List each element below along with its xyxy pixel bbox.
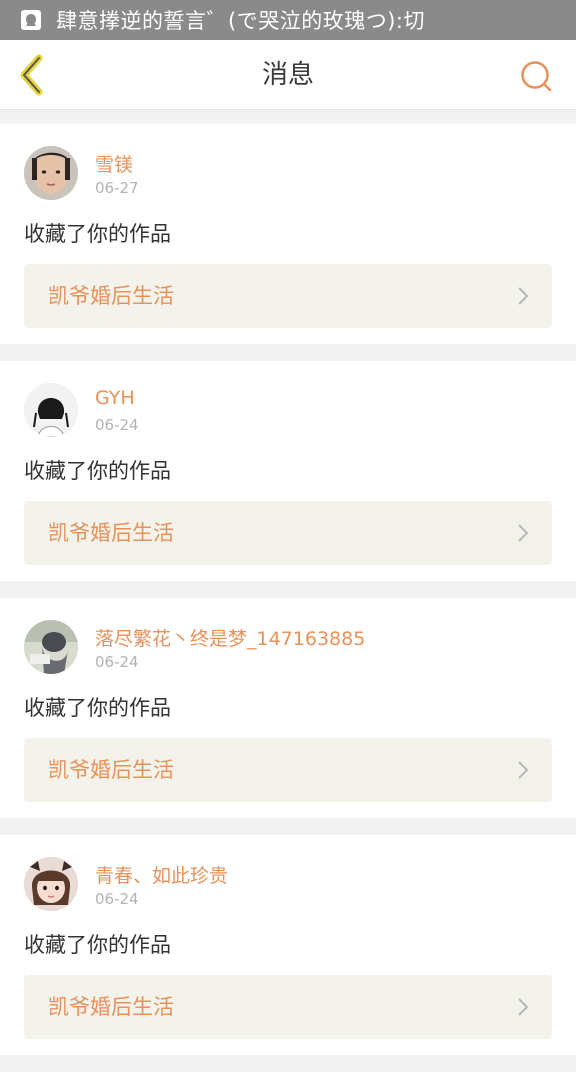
notification-icon (20, 9, 42, 31)
avatar[interactable] (24, 383, 78, 437)
username[interactable]: GYH (95, 387, 135, 409)
chevron-right-icon (518, 524, 529, 542)
work-link[interactable]: 凯爷婚后生活 (24, 264, 552, 328)
status-bar: 肆意搼逆的誓言゛(で哭泣的玫瑰つ):切 (0, 0, 576, 40)
search-button[interactable] (518, 58, 554, 94)
action-text: 收藏了你的作品 (24, 459, 171, 483)
work-title: 凯爷婚后生活 (48, 521, 174, 545)
action-text: 收藏了你的作品 (24, 933, 171, 957)
action-text: 收藏了你的作品 (24, 696, 171, 720)
work-link[interactable]: 凯爷婚后生活 (24, 738, 552, 802)
message-card: 落尽繁花丶终是梦_147163885 06-24 收藏了你的作品 凯爷婚后生活 (0, 598, 576, 818)
chevron-right-icon (518, 287, 529, 305)
page-title: 消息 (261, 60, 314, 90)
message-date: 06-27 (95, 179, 139, 197)
avatar[interactable] (24, 857, 78, 911)
message-card: 青春、如此珍贵 06-24 收藏了你的作品 凯爷婚后生活 (0, 835, 576, 1055)
username[interactable]: 雪镁 (95, 150, 133, 177)
work-title: 凯爷婚后生活 (48, 995, 174, 1019)
username[interactable]: 青春、如此珍贵 (95, 861, 228, 888)
avatar[interactable] (24, 146, 78, 200)
status-notification-text: 肆意搼逆的誓言゛(で哭泣的玫瑰つ):切 (56, 9, 425, 33)
work-link[interactable]: 凯爷婚后生活 (24, 501, 552, 565)
avatar[interactable] (24, 620, 78, 674)
message-date: 06-24 (95, 653, 139, 671)
work-title: 凯爷婚后生活 (48, 758, 174, 782)
work-title: 凯爷婚后生活 (48, 284, 174, 308)
message-list: 雪镁 06-27 收藏了你的作品 凯爷婚后生活 GYH 06-24 收藏了你的作… (0, 124, 576, 1072)
username[interactable]: 落尽繁花丶终是梦_147163885 (95, 624, 365, 651)
action-text: 收藏了你的作品 (24, 222, 171, 246)
message-date: 06-24 (95, 890, 139, 908)
top-nav-bar: 消息 (0, 40, 576, 110)
message-card: GYH 06-24 收藏了你的作品 凯爷婚后生活 (0, 361, 576, 581)
chevron-right-icon (518, 761, 529, 779)
search-icon (521, 61, 552, 92)
work-link[interactable]: 凯爷婚后生活 (24, 975, 552, 1039)
message-card: 雪镁 06-27 收藏了你的作品 凯爷婚后生活 (0, 124, 576, 344)
chevron-right-icon (518, 998, 529, 1016)
message-date: 06-24 (95, 416, 139, 434)
